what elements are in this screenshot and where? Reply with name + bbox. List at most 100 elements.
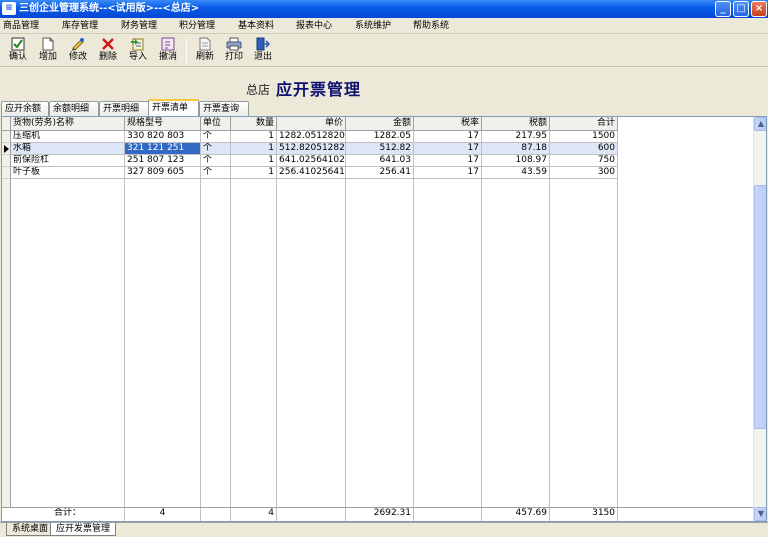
menu-item-basic-data[interactable]: 基本资料: [238, 20, 274, 32]
edit-button[interactable]: 修改: [65, 36, 91, 66]
table-cell[interactable]: 1: [231, 167, 277, 179]
table-cell[interactable]: 43.59: [482, 167, 550, 179]
toolbar-separator: [186, 38, 187, 64]
row-indicator-current[interactable]: [2, 143, 11, 155]
scroll-thumb[interactable]: [754, 185, 766, 429]
col-header-quantity[interactable]: 数量: [231, 117, 277, 131]
table-cell[interactable]: 217.95: [482, 131, 550, 143]
row-indicator[interactable]: [2, 167, 11, 179]
window-title: 三创企业管理系统--<试用版>--<总店>: [19, 3, 200, 14]
grid-line: [549, 179, 550, 521]
scroll-down-button[interactable]: ▼: [754, 507, 766, 521]
table-cell[interactable]: 641.025641026: [277, 155, 346, 167]
totals-unit: [201, 508, 231, 521]
minimize-button[interactable]: _: [715, 1, 731, 17]
menu-item-goods[interactable]: 商品管理: [3, 20, 39, 32]
col-header-goods-name[interactable]: 货物(劳务)名称: [11, 117, 125, 131]
totals-row: 合计： 4 4 2692.31 457.69 3150: [2, 507, 753, 521]
col-header-unit[interactable]: 单位: [201, 117, 231, 131]
toolbar: 确认 增加 修改 删除 导入 撤消 刷新 打印 退出: [0, 34, 768, 67]
totals-label: 合计：: [11, 508, 125, 521]
menu-item-reports[interactable]: 报表中心: [296, 20, 332, 32]
col-header-spec[interactable]: 规格型号: [125, 117, 201, 131]
table-cell[interactable]: 水箱: [11, 143, 125, 155]
table-cell[interactable]: 327 809 605: [125, 167, 201, 179]
refresh-button[interactable]: 刷新: [192, 36, 218, 66]
grid-line: [230, 179, 231, 521]
tab-invoice-detail[interactable]: 开票明细: [99, 101, 149, 116]
table-cell[interactable]: 叶子板: [11, 167, 125, 179]
delete-button[interactable]: 删除: [95, 36, 121, 66]
col-header-unit-price[interactable]: 单价: [277, 117, 346, 131]
bottom-tab-invoice-management[interactable]: 应开发票管理: [50, 523, 117, 536]
print-button[interactable]: 打印: [221, 36, 247, 66]
table-cell[interactable]: 330 820 803: [125, 131, 201, 143]
row-indicator[interactable]: [2, 155, 11, 167]
bottom-tab-desktop[interactable]: 系统桌面: [6, 523, 55, 536]
table-cell[interactable]: 压缩机: [11, 131, 125, 143]
table-cell[interactable]: 251 807 123: [125, 155, 201, 167]
table-cell[interactable]: 1500: [550, 131, 618, 143]
grid-line: [617, 179, 618, 521]
vertical-scrollbar[interactable]: ▲ ▼: [753, 117, 766, 521]
table-cell[interactable]: 108.97: [482, 155, 550, 167]
col-header-total[interactable]: 合计: [550, 117, 618, 131]
table-cell[interactable]: 17: [414, 155, 482, 167]
menu-bar: 商品管理 库存管理 财务管理 积分管理 基本资料 报表中心 系统维护 帮助系统: [0, 18, 768, 34]
close-button[interactable]: ×: [751, 1, 767, 17]
table-cell[interactable]: 300: [550, 167, 618, 179]
col-header-tax-rate[interactable]: 税率: [414, 117, 482, 131]
totals-tax-rate: [414, 508, 482, 521]
table-cell[interactable]: 1282.051282051: [277, 131, 346, 143]
table-cell[interactable]: 17: [414, 131, 482, 143]
table-cell[interactable]: 个: [201, 167, 231, 179]
add-button[interactable]: 增加: [35, 36, 61, 66]
table-cell[interactable]: 17: [414, 167, 482, 179]
print-icon: [226, 37, 242, 51]
table-cell[interactable]: 600: [550, 143, 618, 155]
table-cell[interactable]: 1: [231, 155, 277, 167]
bottom-tab-strip: 系统桌面 应开发票管理: [0, 522, 768, 537]
refresh-icon: [199, 37, 211, 51]
table-cell[interactable]: 1: [231, 131, 277, 143]
table-cell[interactable]: 512.82: [346, 143, 414, 155]
undo-button[interactable]: 撤消: [155, 36, 181, 66]
menu-item-finance[interactable]: 财务管理: [121, 20, 157, 32]
import-button[interactable]: 导入: [125, 36, 151, 66]
confirm-button[interactable]: 确认: [5, 36, 31, 66]
table-cell[interactable]: 641.03: [346, 155, 414, 167]
table-cell[interactable]: 1: [231, 143, 277, 155]
menu-item-points[interactable]: 积分管理: [179, 20, 215, 32]
scroll-up-button[interactable]: ▲: [754, 117, 766, 131]
grid-line: [481, 179, 482, 521]
tab-strip: 应开余额 余额明细 开票明细 开票清单 开票查询: [0, 99, 768, 116]
table-cell[interactable]: 512.820512821: [277, 143, 346, 155]
invoice-grid[interactable]: 货物(劳务)名称 规格型号 单位 数量 单价 金额 税率 税额 合计 压缩机 3…: [1, 116, 767, 522]
tab-balance-detail[interactable]: 余额明细: [49, 101, 99, 116]
exit-button[interactable]: 退出: [250, 36, 276, 66]
table-cell[interactable]: 256.41025641: [277, 167, 346, 179]
menu-item-help[interactable]: 帮助系统: [413, 20, 449, 32]
table-cell[interactable]: 前保险杠: [11, 155, 125, 167]
table-cell-selected[interactable]: 321 121 251: [125, 143, 201, 155]
maximize-button[interactable]: □: [733, 1, 749, 17]
tab-invoice-list[interactable]: 开票清单: [148, 99, 199, 116]
col-header-amount[interactable]: 金额: [346, 117, 414, 131]
table-cell[interactable]: 87.18: [482, 143, 550, 155]
table-cell[interactable]: 1282.05: [346, 131, 414, 143]
tab-receivable-balance[interactable]: 应开余额: [1, 101, 49, 116]
totals-total: 3150: [550, 508, 618, 521]
exit-icon: [256, 37, 271, 51]
table-cell[interactable]: 个: [201, 155, 231, 167]
col-header-tax[interactable]: 税额: [482, 117, 550, 131]
table-cell[interactable]: 个: [201, 131, 231, 143]
table-cell[interactable]: 256.41: [346, 167, 414, 179]
table-cell[interactable]: 750: [550, 155, 618, 167]
table-cell[interactable]: 个: [201, 143, 231, 155]
menu-item-inventory[interactable]: 库存管理: [62, 20, 98, 32]
menu-item-system[interactable]: 系统维护: [355, 20, 391, 32]
table-cell[interactable]: 17: [414, 143, 482, 155]
edit-icon: [72, 38, 84, 51]
row-indicator[interactable]: [2, 131, 11, 143]
tab-invoice-query[interactable]: 开票查询: [199, 101, 249, 116]
